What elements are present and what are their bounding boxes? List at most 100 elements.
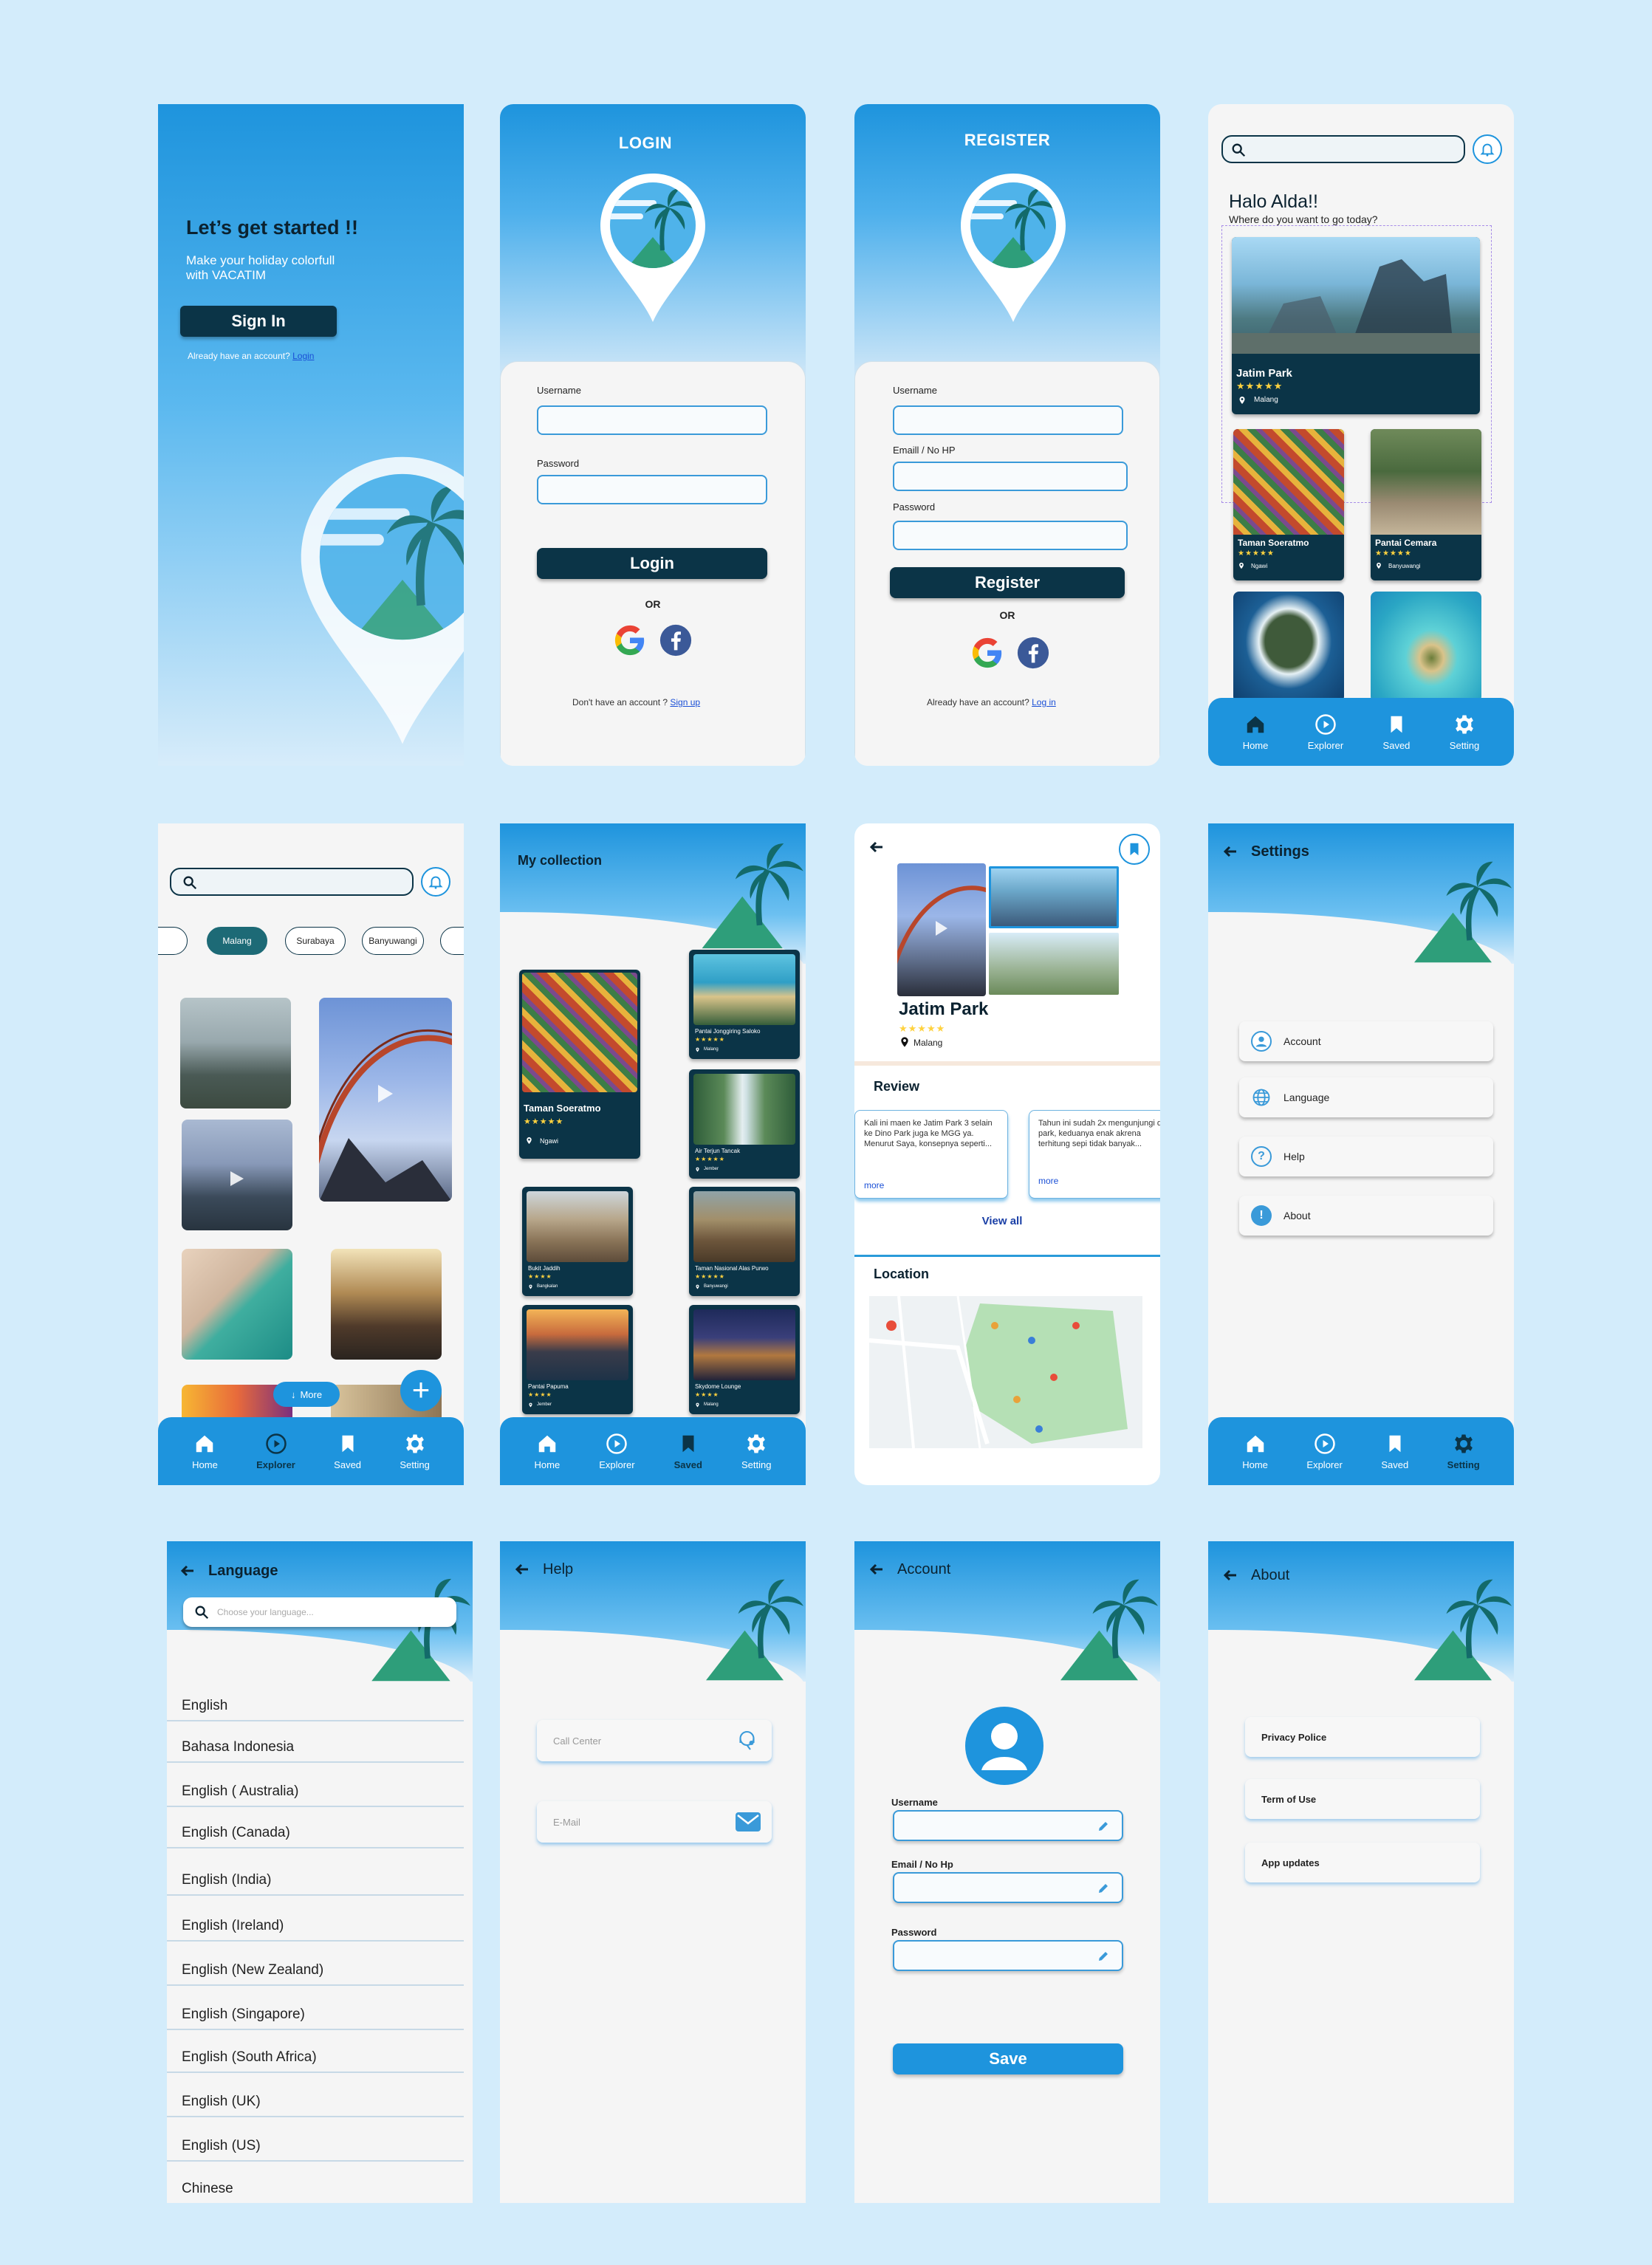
avatar[interactable] bbox=[965, 1707, 1043, 1785]
password-field[interactable] bbox=[893, 521, 1128, 550]
call-center-item[interactable]: Call Center bbox=[537, 1720, 772, 1761]
nav-home[interactable]: Home bbox=[192, 1433, 218, 1470]
search-input[interactable] bbox=[1221, 135, 1465, 163]
log-in-link[interactable]: Log in bbox=[1032, 697, 1056, 707]
login-button[interactable]: Login bbox=[537, 548, 767, 579]
language-item[interactable]: English (US) bbox=[167, 2122, 464, 2162]
username-field[interactable] bbox=[893, 1810, 1123, 1841]
video-thumbnail[interactable] bbox=[182, 1120, 292, 1230]
nav-explorer[interactable]: Explorer bbox=[1308, 713, 1343, 751]
collection-card[interactable]: Taman Nasional Alas Purwo ★★★★★ Banyuwan… bbox=[689, 1187, 800, 1296]
place-card[interactable]: Taman Soeratmo ★★★★★ Ngawi bbox=[1233, 429, 1344, 580]
video-thumbnail[interactable] bbox=[180, 998, 291, 1108]
nav-home[interactable]: Home bbox=[535, 1433, 560, 1470]
collection-card[interactable]: Taman Soeratmo ★★★★★ Ngawi bbox=[519, 970, 640, 1159]
nav-setting[interactable]: Setting bbox=[741, 1433, 771, 1470]
language-item[interactable]: Bahasa Indonesia bbox=[167, 1723, 464, 1763]
settings-item-account[interactable]: Account bbox=[1239, 1021, 1493, 1061]
nav-setting[interactable]: Setting bbox=[1447, 1433, 1480, 1470]
collection-card[interactable]: Bukit Jaddih ★★★★ Bangkalan bbox=[522, 1187, 633, 1296]
language-item[interactable]: English (New Zealand) bbox=[167, 1946, 464, 1986]
language-item[interactable]: Chinese bbox=[167, 2165, 464, 2203]
place-photo[interactable] bbox=[1371, 592, 1481, 702]
back-arrow-icon[interactable] bbox=[179, 1562, 196, 1580]
video-thumbnail[interactable] bbox=[182, 1249, 292, 1360]
sign-in-button[interactable]: Sign In bbox=[180, 306, 337, 337]
chip-malang[interactable]: Malang bbox=[207, 927, 267, 955]
username-field[interactable] bbox=[893, 405, 1123, 435]
about-item-privacy[interactable]: Privacy Police bbox=[1245, 1717, 1480, 1757]
back-arrow-icon[interactable] bbox=[868, 838, 885, 856]
view-all-link[interactable]: View all bbox=[854, 1215, 1150, 1227]
language-item[interactable]: English ( Australia) bbox=[167, 1767, 464, 1807]
featured-place-card[interactable]: Jatim Park ★★★★★ Malang bbox=[1232, 237, 1480, 414]
pencil-icon[interactable] bbox=[1097, 1820, 1110, 1833]
settings-item-about[interactable]: ! About bbox=[1239, 1196, 1493, 1236]
email-field[interactable] bbox=[893, 462, 1128, 491]
language-item[interactable]: English (India) bbox=[167, 1856, 464, 1896]
save-button[interactable]: Save bbox=[893, 2043, 1123, 2074]
login-link[interactable]: Login bbox=[292, 351, 314, 361]
password-field[interactable] bbox=[537, 475, 767, 504]
language-item[interactable]: English (Singapore) bbox=[167, 1990, 464, 2030]
nav-explorer[interactable]: Explorer bbox=[599, 1433, 635, 1470]
collection-card[interactable]: Pantai Jonggiring Saloko ★★★★★ Malang bbox=[689, 950, 800, 1059]
back-arrow-icon[interactable] bbox=[1221, 843, 1239, 860]
register-button[interactable]: Register bbox=[890, 567, 1125, 598]
password-field[interactable] bbox=[893, 1940, 1123, 1971]
collection-card[interactable]: Skydome Lounge ★★★★ Malang bbox=[689, 1305, 800, 1414]
more-button[interactable]: ↓ More bbox=[273, 1382, 340, 1407]
sign-up-link[interactable]: Sign up bbox=[670, 697, 700, 707]
language-item[interactable]: English (South Africa) bbox=[167, 2033, 464, 2073]
language-item[interactable]: English bbox=[167, 1682, 464, 1721]
language-search-input[interactable]: Choose your language... bbox=[183, 1597, 456, 1627]
language-item[interactable]: English (Ireland) bbox=[167, 1902, 464, 1942]
settings-item-language[interactable]: Language bbox=[1239, 1077, 1493, 1117]
video-thumbnail[interactable] bbox=[331, 1249, 442, 1360]
email-item[interactable]: E-Mail bbox=[537, 1801, 772, 1843]
settings-item-help[interactable]: ? Help bbox=[1239, 1137, 1493, 1176]
google-icon[interactable] bbox=[613, 623, 647, 657]
back-arrow-icon[interactable] bbox=[868, 1560, 885, 1578]
pencil-icon[interactable] bbox=[1097, 1882, 1110, 1895]
video-thumbnail[interactable] bbox=[319, 998, 452, 1202]
place-card[interactable]: Pantai Cemara ★★★★★ Banyuwangi bbox=[1371, 429, 1481, 580]
language-item[interactable]: English (Canada) bbox=[167, 1809, 464, 1848]
email-field[interactable] bbox=[893, 1872, 1123, 1903]
review-more-link[interactable]: more bbox=[864, 1180, 884, 1190]
nav-explorer[interactable]: Explorer bbox=[1306, 1433, 1343, 1470]
back-arrow-icon[interactable] bbox=[1221, 1566, 1239, 1584]
location-map[interactable] bbox=[869, 1296, 1142, 1448]
google-icon[interactable] bbox=[970, 636, 1004, 670]
collection-card[interactable]: Air Terjun Tancak ★★★★★ Jember bbox=[689, 1069, 800, 1179]
about-item-app-updates[interactable]: App updates bbox=[1245, 1843, 1480, 1882]
about-item-terms[interactable]: Term of Use bbox=[1245, 1779, 1480, 1819]
nav-home[interactable]: Home bbox=[1242, 1433, 1268, 1470]
nav-saved[interactable]: Saved bbox=[674, 1433, 702, 1470]
collection-card[interactable]: Pantai Papuma ★★★★ Jember bbox=[522, 1305, 633, 1414]
notification-bell-icon[interactable] bbox=[1473, 134, 1502, 164]
review-more-link[interactable]: more bbox=[1038, 1176, 1058, 1186]
chip-surabaya[interactable]: Surabaya bbox=[285, 927, 346, 955]
nav-saved[interactable]: Saved bbox=[1383, 713, 1410, 751]
search-input[interactable] bbox=[170, 868, 414, 896]
nav-explorer[interactable]: Explorer bbox=[256, 1433, 295, 1470]
detail-photo-2[interactable] bbox=[989, 866, 1119, 928]
facebook-icon[interactable] bbox=[1016, 636, 1050, 670]
nav-home[interactable]: Home bbox=[1243, 713, 1268, 751]
username-field[interactable] bbox=[537, 405, 767, 435]
detail-photo-3[interactable] bbox=[989, 933, 1119, 995]
nav-saved[interactable]: Saved bbox=[1381, 1433, 1408, 1470]
bookmark-button[interactable] bbox=[1119, 834, 1150, 865]
nav-setting[interactable]: Setting bbox=[1450, 713, 1479, 751]
pencil-icon[interactable] bbox=[1097, 1950, 1110, 1963]
facebook-icon[interactable] bbox=[659, 623, 693, 657]
language-item[interactable]: English (UK) bbox=[167, 2077, 464, 2117]
chip-banyuwangi[interactable]: Banyuwangi bbox=[362, 927, 424, 955]
notification-bell-icon[interactable] bbox=[421, 867, 450, 897]
chip-partial[interactable] bbox=[440, 927, 464, 955]
detail-photo-main[interactable] bbox=[897, 863, 986, 996]
chip-partial[interactable] bbox=[158, 927, 188, 955]
add-button[interactable]: + bbox=[400, 1370, 442, 1411]
back-arrow-icon[interactable] bbox=[513, 1560, 531, 1578]
